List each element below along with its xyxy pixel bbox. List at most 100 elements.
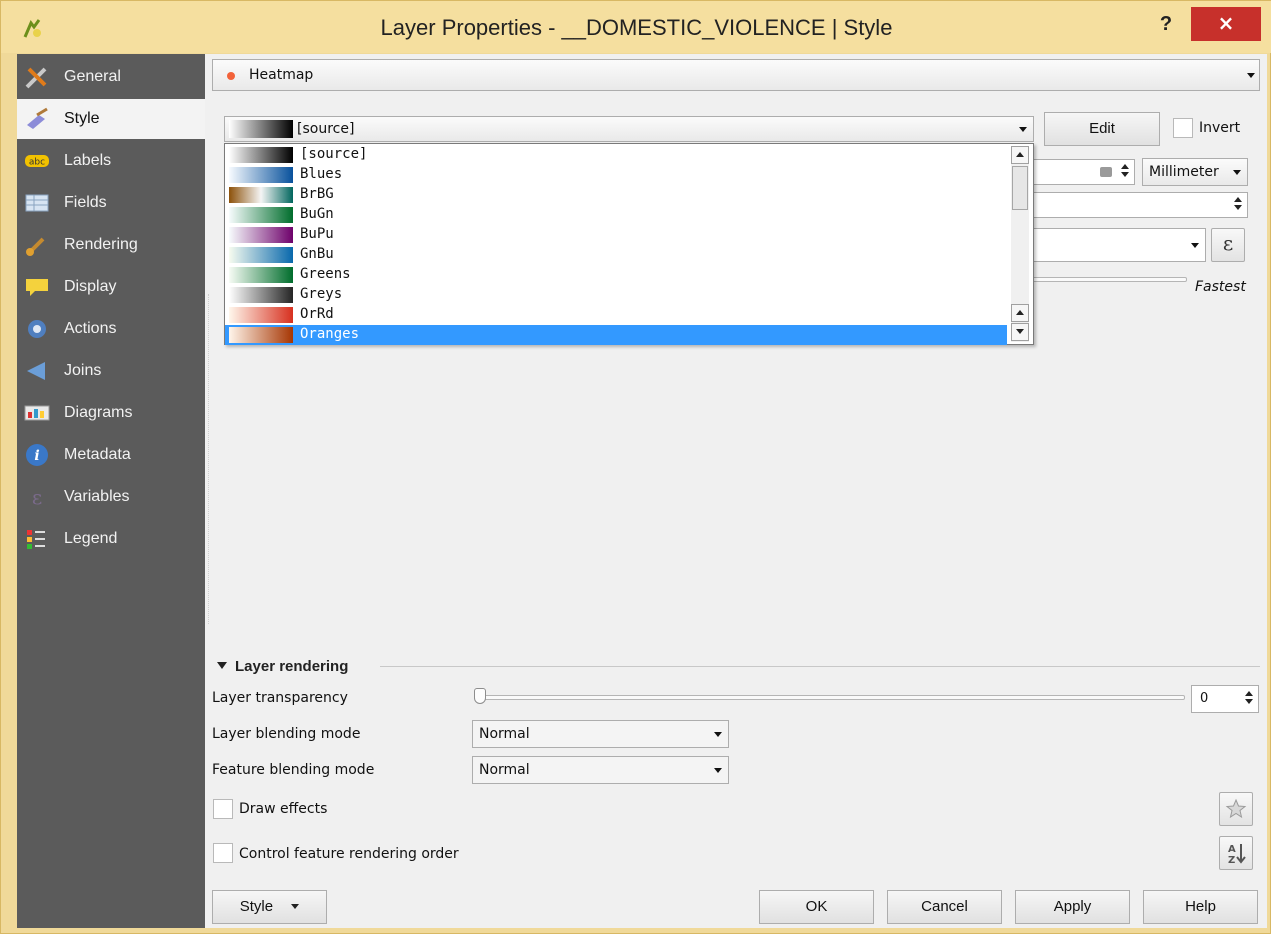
sidebar-item-variables[interactable]: ε Variables (17, 477, 205, 517)
ramp-swatch (229, 287, 293, 303)
layer-blending-mode-value: Normal (479, 726, 530, 742)
ramp-list-item[interactable]: BuPu (225, 225, 1007, 245)
layer-blending-mode-label: Layer blending mode (212, 726, 361, 742)
scroll-up-button[interactable] (1011, 146, 1029, 164)
radius-spinbox[interactable] (1031, 159, 1135, 185)
joins-icon (27, 362, 45, 380)
spinner-icon[interactable] (1118, 161, 1132, 180)
ramp-swatch (229, 147, 293, 163)
dropdown-scrollbar[interactable] (1011, 146, 1029, 342)
sidebar-item-labels[interactable]: abc Labels (17, 141, 205, 181)
clear-icon[interactable] (1100, 167, 1112, 177)
ramp-list-item[interactable]: Greys (225, 285, 1007, 305)
sidebar-item-metadata[interactable]: i Metadata (17, 435, 205, 475)
style-menu-button[interactable]: Style (212, 890, 327, 924)
draw-effects-checkbox[interactable] (213, 799, 233, 819)
fastest-label: Fastest (1195, 279, 1246, 295)
sidebar-item-label: Style (64, 110, 100, 127)
star-icon (1225, 798, 1247, 819)
sidebar-item-label: Display (64, 278, 117, 295)
ramp-list-item[interactable]: Oranges (225, 325, 1007, 345)
cancel-button[interactable]: Cancel (887, 890, 1002, 924)
ramp-list-item[interactable]: Blues (225, 165, 1007, 185)
svg-text:Z: Z (1228, 855, 1235, 866)
svg-text:i: i (34, 448, 39, 464)
color-ramp-dropdown-list[interactable]: [source] Blues BrBG BuGn BuPu GnBu Greens Greys… (224, 143, 1034, 345)
ok-button[interactable]: OK (759, 890, 874, 924)
ramp-swatch (229, 187, 293, 203)
chevron-down-icon (1233, 170, 1241, 175)
ramp-name: BuGn (300, 206, 334, 222)
ramp-list-item[interactable]: OrRd (225, 305, 1007, 325)
weight-field-select[interactable] (1031, 228, 1206, 262)
legend-icon (27, 530, 45, 549)
sidebar: General Style abc Labels Fields Renderin… (17, 54, 205, 928)
rendering-icon (26, 237, 45, 256)
general-icon (25, 67, 47, 89)
close-button[interactable]: × (1191, 7, 1261, 41)
sidebar-item-diagrams[interactable]: Diagrams (17, 393, 205, 433)
layer-transparency-label: Layer transparency (212, 690, 348, 706)
svg-text:ε: ε (32, 485, 42, 509)
window-title: Layer Properties - __DOMESTIC_VIOLENCE |… (380, 15, 893, 40)
expression-icon: ε (1222, 231, 1234, 255)
apply-button[interactable]: Apply (1015, 890, 1130, 924)
maximum-value-spinbox[interactable] (1031, 192, 1248, 218)
svg-text:A: A (1228, 844, 1236, 855)
help-icon[interactable]: ? (1151, 9, 1181, 39)
help-button[interactable]: Help (1143, 890, 1258, 924)
sidebar-item-rendering[interactable]: Rendering (17, 225, 205, 265)
spinner-icon[interactable] (1242, 688, 1256, 707)
variables-icon: ε (32, 485, 42, 509)
spinner-icon[interactable] (1231, 194, 1245, 213)
expression-button[interactable]: ε (1211, 228, 1245, 262)
sidebar-item-display[interactable]: Display (17, 267, 205, 307)
ramp-swatch (229, 267, 293, 283)
layer-rendering-section-title[interactable]: Layer rendering (217, 658, 348, 675)
color-ramp-select[interactable]: [source] (224, 116, 1034, 142)
ramp-list-item[interactable]: BuGn (225, 205, 1007, 225)
scroll-down-button[interactable] (1011, 323, 1029, 341)
rendering-order-button[interactable]: A Z (1219, 836, 1253, 870)
chevron-up-icon (1016, 152, 1024, 157)
renderer-type-select[interactable]: Heatmap (212, 59, 1260, 91)
section-label: Layer rendering (235, 658, 349, 675)
edit-ramp-button[interactable]: Edit (1044, 112, 1160, 146)
metadata-icon: i (26, 444, 48, 466)
sidebar-item-label: Labels (64, 152, 112, 169)
layer-blending-mode-select[interactable]: Normal (472, 720, 729, 748)
chevron-down-icon (1016, 329, 1024, 334)
ramp-list-item[interactable]: Greens (225, 265, 1007, 285)
scroll-up-button-lower[interactable] (1011, 304, 1029, 322)
ramp-list-item[interactable]: BrBG (225, 185, 1007, 205)
sidebar-item-joins[interactable]: Joins (17, 351, 205, 391)
slider-handle[interactable] (474, 688, 486, 704)
sidebar-item-legend[interactable]: Legend (17, 519, 205, 559)
ramp-name: BrBG (300, 186, 334, 202)
sidebar-item-fields[interactable]: Fields (17, 183, 205, 223)
divider (208, 294, 209, 624)
ramp-list-item[interactable]: GnBu (225, 245, 1007, 265)
ramp-swatch (229, 227, 293, 243)
diagrams-icon (24, 405, 50, 421)
sidebar-item-actions[interactable]: Actions (17, 309, 205, 349)
ramp-list-item[interactable]: [source] (225, 145, 1007, 165)
sidebar-item-style[interactable]: Style (17, 99, 205, 139)
quality-slider[interactable] (1031, 277, 1187, 282)
ramp-swatch (229, 167, 293, 183)
chevron-up-icon (1016, 310, 1024, 315)
control-rendering-order-checkbox[interactable] (213, 843, 233, 863)
chevron-down-icon (1247, 73, 1255, 78)
style-icon (27, 107, 48, 129)
color-ramp-value: [source] (297, 121, 355, 137)
sidebar-item-general[interactable]: General (17, 57, 205, 97)
unit-select[interactable]: Millimeter (1142, 158, 1248, 186)
invert-checkbox[interactable] (1173, 118, 1193, 138)
scrollbar-thumb[interactable] (1012, 166, 1028, 210)
effects-button[interactable] (1219, 792, 1253, 826)
ramp-name: BuPu (300, 226, 334, 242)
layer-transparency-slider[interactable] (475, 695, 1185, 700)
feature-blending-mode-select[interactable]: Normal (472, 756, 729, 784)
ramp-swatch (229, 247, 293, 263)
layer-transparency-spinbox[interactable]: 0 (1191, 685, 1259, 713)
